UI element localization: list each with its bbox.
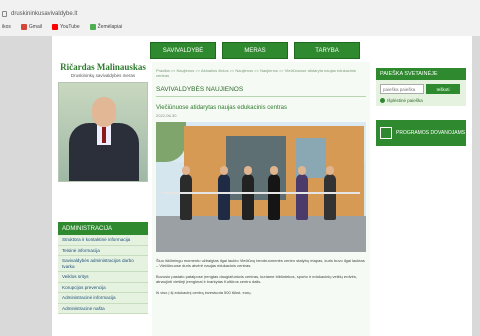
portrait-head bbox=[92, 97, 116, 127]
article-paragraph: Iš viso į šį edukacinį centrą investuota… bbox=[156, 290, 252, 295]
arrow-icon bbox=[380, 98, 385, 103]
bookmarks-bar: ikos Gmail YouTube Žemėlapiai bbox=[2, 24, 122, 30]
right-column: PAIEŠKA SVETAINĖJE Ieškoti Išplėstinė pa… bbox=[376, 68, 466, 146]
nav-savivaldybe[interactable]: SAVIVALDYBĖ bbox=[150, 42, 216, 59]
portrait-tie bbox=[102, 127, 106, 143]
bookmark-youtube[interactable]: YouTube bbox=[51, 24, 80, 30]
address-bar[interactable]: druskininkusavivaldybe.lt bbox=[2, 8, 77, 20]
web-page: SAVIVALDYBĖ MERAS TARYBA Ričardas Malina… bbox=[52, 36, 472, 336]
search-heading: PAIEŠKA SVETAINĖJE bbox=[376, 68, 466, 80]
admin-menu-item[interactable]: Savivaldybės administracijos darbo tvark… bbox=[58, 256, 148, 272]
admin-menu-item[interactable]: Administracinė našta bbox=[58, 304, 148, 314]
admin-menu-item[interactable]: Struktūra ir kontaktinė informacija bbox=[58, 235, 148, 246]
left-column: Ričardas Malinauskas Druskininkų savival… bbox=[58, 62, 148, 314]
article-title[interactable]: Viečiūnuose atidarytas naujas edukacinis… bbox=[152, 97, 370, 111]
article-date: 2022-06-30 bbox=[156, 113, 177, 118]
photo-ribbon bbox=[162, 192, 360, 194]
mayor-portrait[interactable] bbox=[58, 82, 148, 182]
article-paragraph: Buvusio pastato patalpose įrengtas daugi… bbox=[156, 274, 357, 284]
photo-person bbox=[242, 166, 254, 220]
photo-person bbox=[296, 166, 308, 220]
bookmark-gmail[interactable]: Gmail bbox=[20, 24, 42, 30]
admin-menu-item[interactable]: Veiklos sritys bbox=[58, 272, 148, 283]
search-panel: Ieškoti Išplėstinė paieška bbox=[376, 80, 466, 106]
top-navigation: SAVIVALDYBĖ MERAS TARYBA bbox=[150, 42, 360, 59]
breadcrumb[interactable]: Pradžia >> Naujienos >> Aktualios žinios… bbox=[152, 62, 370, 78]
admin-menu-item[interactable]: Teisinė informacija bbox=[58, 246, 148, 256]
section-title: SAVIVALDYBĖS NAUJIENOS bbox=[156, 86, 244, 93]
mayor-title: Druskininkų savivaldybės meras bbox=[70, 73, 136, 78]
main-content: Pradžia >> Naujienos >> Aktualios žinios… bbox=[152, 62, 370, 336]
article-paragraph: Šiuo iškilmingu momentu užbaigtas ilgai … bbox=[156, 258, 365, 268]
photo-person bbox=[180, 166, 192, 220]
article-photo[interactable] bbox=[156, 122, 366, 252]
gmail-icon bbox=[20, 24, 27, 30]
nav-taryba[interactable]: TARYBA bbox=[294, 42, 360, 59]
admin-menu-item[interactable]: Administracinė informacija bbox=[58, 293, 148, 304]
nav-meras[interactable]: MERAS bbox=[222, 42, 288, 59]
advanced-search-link[interactable]: Išplėstinė paieška bbox=[380, 98, 462, 103]
search-input[interactable] bbox=[380, 84, 424, 94]
administration-menu: Struktūra ir kontaktinė informacija Teis… bbox=[58, 235, 148, 314]
maps-icon bbox=[89, 24, 96, 30]
photo-person bbox=[268, 166, 280, 220]
bookmark-maps[interactable]: Žemėlapiai bbox=[89, 24, 122, 30]
photo-person bbox=[324, 166, 336, 220]
lock-icon bbox=[2, 11, 7, 17]
admin-menu-item[interactable]: Korupcijos prevencija bbox=[58, 283, 148, 293]
monitor-icon bbox=[380, 127, 392, 139]
program-label: PROGRAMOS DOVANOJAMS bbox=[396, 130, 466, 136]
apps-label[interactable]: ikos bbox=[2, 24, 11, 30]
photo-person bbox=[218, 166, 230, 220]
program-button[interactable]: PROGRAMOS DOVANOJAMS bbox=[376, 120, 466, 146]
photo-pavement bbox=[156, 216, 366, 252]
mayor-name[interactable]: Ričardas Malinauskas bbox=[58, 62, 148, 72]
url-text[interactable]: druskininkusavivaldybe.lt bbox=[11, 11, 77, 17]
browser-chrome: druskininkusavivaldybe.lt ikos Gmail You… bbox=[0, 0, 480, 36]
search-button[interactable]: Ieškoti bbox=[426, 84, 460, 94]
administration-heading[interactable]: ADMINISTRACIJA bbox=[58, 222, 148, 235]
youtube-icon bbox=[51, 24, 58, 30]
search-row: Ieškoti bbox=[380, 84, 462, 94]
